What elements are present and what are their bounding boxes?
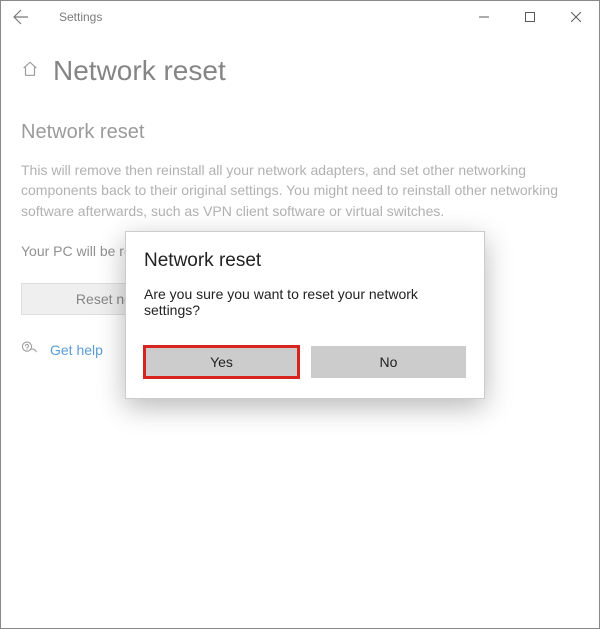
yes-button[interactable]: Yes [144,346,299,378]
dialog-title: Network reset [144,250,466,272]
no-button[interactable]: No [311,346,466,378]
dialog-buttons: Yes No [144,346,466,378]
dialog-message: Are you sure you want to reset your netw… [144,286,466,318]
confirm-dialog: Network reset Are you sure you want to r… [125,231,485,399]
